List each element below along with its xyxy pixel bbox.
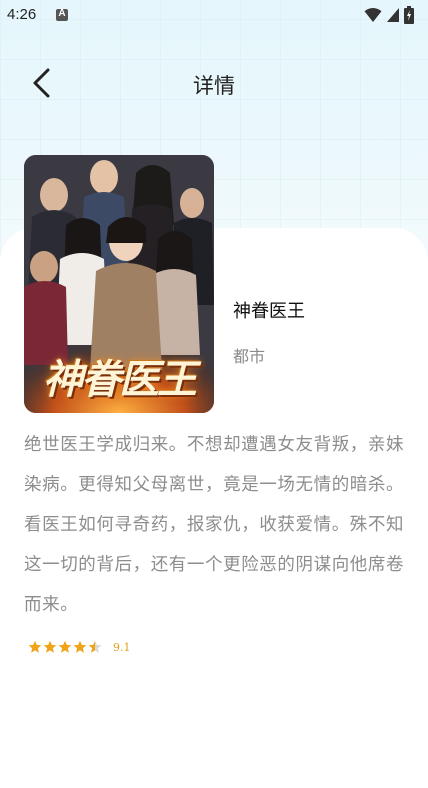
status-icons bbox=[364, 6, 414, 24]
drama-genre: 都市 bbox=[233, 347, 266, 366]
app-header: 详情 bbox=[0, 60, 428, 106]
status-bar: 4:26 A bbox=[0, 0, 428, 30]
star-icon bbox=[43, 640, 57, 653]
page-title: 详情 bbox=[193, 74, 235, 98]
drama-description: 绝世医王学成归来。不想却遭遇女友背叛，亲妹染病。更得知父母离世，竟是一场无情的暗… bbox=[24, 435, 405, 615]
star-icon bbox=[88, 640, 102, 653]
star-icon bbox=[58, 640, 72, 653]
rating: 9.1 bbox=[28, 638, 131, 656]
notification-letter: A bbox=[58, 8, 66, 19]
wifi-icon bbox=[364, 8, 382, 22]
drama-poster[interactable]: 神眷医王 bbox=[24, 155, 214, 413]
star-icon bbox=[28, 640, 42, 653]
poster-title: 神眷医王 bbox=[43, 356, 197, 403]
status-time: 4:26 bbox=[7, 6, 37, 23]
cellular-signal-icon bbox=[387, 8, 399, 22]
notification-icon: A bbox=[56, 8, 68, 21]
star-icon bbox=[73, 640, 87, 653]
drama-name: 神眷医王 bbox=[233, 301, 305, 322]
battery-icon bbox=[404, 6, 414, 24]
rating-stars bbox=[28, 640, 103, 654]
rating-score: 9.1 bbox=[113, 640, 131, 654]
